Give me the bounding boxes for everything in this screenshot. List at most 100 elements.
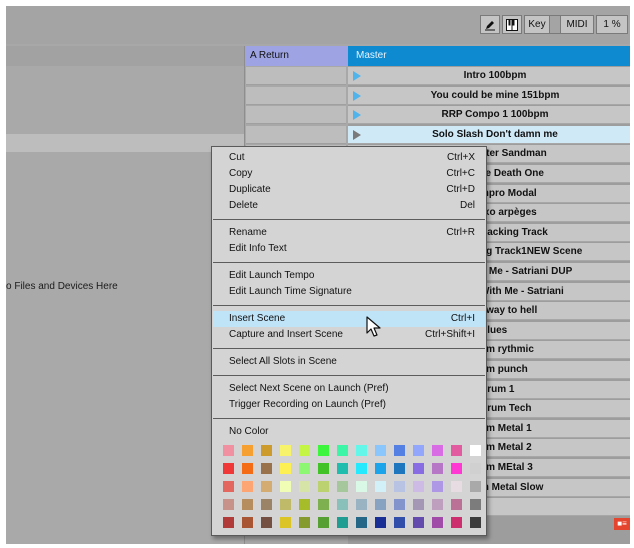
scene-row[interactable]: Intro 100bpm: [348, 67, 630, 85]
color-swatch[interactable]: [280, 499, 291, 510]
color-swatch[interactable]: [451, 517, 462, 528]
color-swatch[interactable]: [299, 463, 310, 474]
menu-item-capture-and-insert-scene[interactable]: Capture and Insert Scene Ctrl+Shift+I: [213, 327, 485, 343]
color-swatch[interactable]: [223, 481, 234, 492]
color-swatch[interactable]: [451, 499, 462, 510]
color-swatch[interactable]: [223, 445, 234, 456]
stop-all-clips-icon[interactable]: ■≡: [614, 518, 630, 530]
menu-item-select-next-scene-on-launch-pref[interactable]: Select Next Scene on Launch (Pref): [213, 381, 485, 397]
color-swatch[interactable]: [470, 481, 481, 492]
computer-midi-keyboard-button[interactable]: [502, 15, 522, 34]
color-swatch[interactable]: [356, 499, 367, 510]
color-swatch[interactable]: [470, 463, 481, 474]
color-swatch[interactable]: [413, 463, 424, 474]
return-clip-slot[interactable]: [246, 86, 346, 105]
scene-row[interactable]: RRP Compo 1 100bpm: [348, 106, 630, 125]
color-swatch[interactable]: [394, 499, 405, 510]
color-swatch[interactable]: [470, 445, 481, 456]
return-track-header[interactable]: A Return: [245, 46, 347, 66]
scene-row[interactable]: Solo Slash Don't damn me: [348, 125, 630, 144]
color-swatch[interactable]: [242, 517, 253, 528]
key-map-button[interactable]: Key: [524, 15, 550, 34]
color-swatch[interactable]: [318, 517, 329, 528]
color-swatch[interactable]: [337, 481, 348, 492]
color-swatch[interactable]: [261, 517, 272, 528]
color-swatch[interactable]: [318, 463, 329, 474]
color-swatch[interactable]: [261, 499, 272, 510]
master-track-header[interactable]: Master: [348, 46, 630, 66]
color-swatch[interactable]: [242, 463, 253, 474]
color-swatch[interactable]: [432, 499, 443, 510]
draw-mode-button[interactable]: [480, 15, 500, 34]
color-swatch[interactable]: [432, 481, 443, 492]
color-swatch[interactable]: [375, 517, 386, 528]
color-swatch[interactable]: [413, 517, 424, 528]
color-swatch[interactable]: [375, 463, 386, 474]
midi-map-button[interactable]: MIDI: [560, 15, 594, 34]
color-swatch[interactable]: [394, 445, 405, 456]
color-swatch[interactable]: [451, 445, 462, 456]
color-swatch[interactable]: [432, 445, 443, 456]
color-swatch[interactable]: [280, 463, 291, 474]
color-swatch[interactable]: [394, 517, 405, 528]
menu-item-trigger-recording-on-launch-pref[interactable]: Trigger Recording on Launch (Pref): [213, 397, 485, 413]
color-swatch[interactable]: [299, 445, 310, 456]
color-swatch[interactable]: [337, 499, 348, 510]
color-swatch[interactable]: [432, 517, 443, 528]
color-swatch[interactable]: [356, 517, 367, 528]
color-swatch[interactable]: [413, 481, 424, 492]
color-swatch[interactable]: [451, 481, 462, 492]
color-swatch[interactable]: [261, 481, 272, 492]
menu-item-select-all-slots-in-scene[interactable]: Select All Slots in Scene: [213, 354, 485, 370]
menu-item-duplicate[interactable]: Duplicate Ctrl+D: [213, 182, 485, 198]
color-swatch[interactable]: [318, 481, 329, 492]
menu-item-no-color[interactable]: No Color: [213, 424, 485, 440]
color-swatch[interactable]: [299, 499, 310, 510]
color-swatch[interactable]: [375, 481, 386, 492]
color-swatch[interactable]: [413, 499, 424, 510]
menu-item-edit-info-text[interactable]: Edit Info Text: [213, 241, 485, 257]
color-swatch[interactable]: [280, 481, 291, 492]
menu-item-delete[interactable]: Delete Del: [213, 198, 485, 214]
color-swatch[interactable]: [394, 463, 405, 474]
menu-item-edit-launch-time-signature[interactable]: Edit Launch Time Signature: [213, 284, 485, 300]
color-swatch[interactable]: [470, 499, 481, 510]
color-swatch[interactable]: [337, 517, 348, 528]
menu-item-copy[interactable]: Copy Ctrl+C: [213, 166, 485, 182]
color-swatch[interactable]: [261, 463, 272, 474]
color-swatch[interactable]: [299, 517, 310, 528]
color-swatch[interactable]: [470, 517, 481, 528]
color-swatch[interactable]: [356, 481, 367, 492]
color-swatch[interactable]: [242, 481, 253, 492]
menu-item-cut[interactable]: Cut Ctrl+X: [213, 150, 485, 166]
color-swatch[interactable]: [242, 445, 253, 456]
scene-launch-icon[interactable]: [353, 71, 361, 81]
color-swatch[interactable]: [318, 445, 329, 456]
color-swatch[interactable]: [280, 517, 291, 528]
return-clip-slot[interactable]: [246, 106, 346, 125]
color-swatch[interactable]: [242, 499, 253, 510]
color-swatch[interactable]: [394, 481, 405, 492]
menu-item-edit-launch-tempo[interactable]: Edit Launch Tempo: [213, 268, 485, 284]
color-swatch[interactable]: [318, 499, 329, 510]
menu-item-insert-scene[interactable]: Insert Scene Ctrl+I: [213, 311, 485, 327]
browser-selected-row[interactable]: [6, 134, 244, 152]
menu-item-rename[interactable]: Rename Ctrl+R: [213, 225, 485, 241]
return-clip-slot[interactable]: [246, 67, 346, 85]
scene-row[interactable]: You could be mine 151bpm: [348, 86, 630, 105]
color-swatch[interactable]: [223, 517, 234, 528]
color-swatch[interactable]: [223, 463, 234, 474]
color-swatch[interactable]: [375, 445, 386, 456]
scene-launch-icon[interactable]: [353, 110, 361, 121]
return-clip-slot[interactable]: [246, 125, 346, 144]
color-swatch[interactable]: [356, 463, 367, 474]
color-swatch[interactable]: [261, 445, 272, 456]
color-swatch[interactable]: [280, 445, 291, 456]
color-swatch[interactable]: [337, 463, 348, 474]
color-swatch[interactable]: [375, 499, 386, 510]
color-swatch[interactable]: [413, 445, 424, 456]
color-swatch[interactable]: [451, 463, 462, 474]
scene-launch-icon[interactable]: [353, 129, 361, 140]
color-swatch[interactable]: [432, 463, 443, 474]
scene-launch-icon[interactable]: [353, 90, 361, 101]
